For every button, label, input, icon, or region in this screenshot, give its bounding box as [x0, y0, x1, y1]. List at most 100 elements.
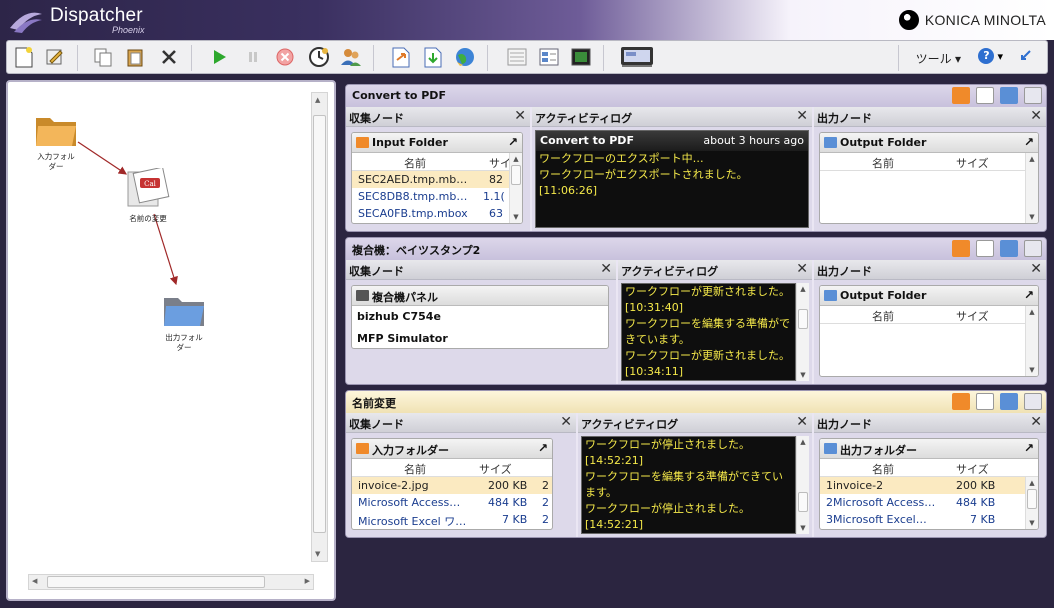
list-item[interactable]: bizhub C754e [352, 306, 608, 328]
popout-icon[interactable] [1024, 87, 1042, 104]
collapse-icon[interactable] [1017, 49, 1033, 66]
tools-menu[interactable]: ツール ▾ [916, 50, 961, 67]
rename-node-icon[interactable]: Cal [126, 168, 170, 208]
log-scrollbar[interactable]: ▲ ▼ [796, 283, 809, 381]
scroll-up-icon[interactable]: ▲ [510, 154, 522, 164]
start-icon[interactable] [207, 45, 231, 69]
scroll-up-icon[interactable]: ▲ [797, 284, 809, 294]
output-folder-node-icon[interactable] [162, 292, 206, 328]
process-icon[interactable] [976, 240, 994, 257]
close-icon[interactable]: ✕ [1030, 414, 1042, 430]
collect-folder-icon[interactable] [952, 393, 970, 410]
close-icon[interactable]: ✕ [1030, 261, 1042, 277]
table-row[interactable]: SEC2AED.tmp.mb… 82 [352, 171, 522, 188]
help-menu[interactable]: ? ▾ [978, 48, 1003, 64]
new-document-icon[interactable] [12, 45, 36, 69]
open-link-icon[interactable]: ↗ [508, 135, 518, 149]
users-icon[interactable] [339, 45, 363, 69]
scroll-up-icon[interactable]: ▲ [1026, 307, 1038, 317]
file-list-scrollbar[interactable]: ▲ ▼ [1025, 153, 1038, 223]
scroll-right-icon[interactable]: ▶ [305, 577, 310, 585]
open-link-icon[interactable]: ↗ [1024, 441, 1034, 455]
split-view-icon[interactable] [537, 45, 561, 69]
popout-icon[interactable] [1024, 393, 1042, 410]
col-size-header[interactable]: サイズ [956, 308, 989, 324]
col-name-header[interactable]: 名前 [404, 155, 426, 171]
export-icon[interactable] [389, 45, 413, 69]
scroll-thumb[interactable] [798, 309, 808, 329]
log-scrollbar[interactable]: ▲ ▼ [796, 436, 809, 534]
col-name-header[interactable]: 名前 [872, 308, 894, 324]
table-row[interactable]: Microsoft Access… 484 KB 2 [352, 494, 552, 511]
scroll-thumb[interactable] [798, 492, 808, 512]
file-list-scrollbar[interactable]: ▲ ▼ [509, 153, 522, 223]
col-size-header[interactable]: サイズ [956, 461, 989, 477]
close-icon[interactable]: ✕ [600, 261, 612, 277]
canvas-horizontal-scrollbar[interactable]: ◀ ▶ [28, 574, 314, 590]
paste-icon[interactable] [123, 45, 147, 69]
col-size-header[interactable]: サイ [489, 155, 511, 171]
pause-icon[interactable] [241, 45, 265, 69]
workflow-canvas[interactable]: 入力フォル ダー Cal 名前の変更 出力フォル ダー ▲ ▼ ◀ ▶ [6, 80, 336, 601]
list-view-icon[interactable] [505, 45, 529, 69]
open-link-icon[interactable]: ↗ [538, 441, 548, 455]
popout-icon[interactable] [1024, 240, 1042, 257]
close-icon[interactable]: ✕ [796, 108, 808, 124]
scroll-up-icon[interactable]: ▲ [1026, 478, 1038, 488]
canvas-vertical-scrollbar[interactable]: ▲ ▼ [311, 92, 328, 562]
delete-icon[interactable] [157, 45, 181, 69]
table-row[interactable]: SECA0FB.tmp.mbox 63 [352, 205, 522, 222]
close-icon[interactable]: ✕ [796, 414, 808, 430]
scroll-down-icon[interactable]: ▼ [1026, 365, 1038, 375]
table-row[interactable]: 2Microsoft Access… 484 KB [820, 494, 1038, 511]
open-link-icon[interactable]: ↗ [1024, 288, 1034, 302]
list-item[interactable]: MFP Simulator [352, 328, 608, 348]
open-link-icon[interactable]: ↗ [1024, 135, 1034, 149]
close-icon[interactable]: ✕ [560, 414, 572, 430]
collect-folder-icon[interactable] [952, 240, 970, 257]
col-size-header[interactable]: サイズ [479, 461, 512, 477]
scroll-down-icon[interactable]: ▼ [1026, 212, 1038, 222]
file-list-scrollbar[interactable]: ▲ ▼ [1025, 306, 1038, 376]
table-row[interactable]: SEC8DB8.tmp.mb… 1.1( [352, 188, 522, 205]
scroll-left-icon[interactable]: ◀ [32, 577, 37, 585]
canvas-vertical-thumb[interactable] [313, 115, 326, 533]
col-name-header[interactable]: 名前 [872, 155, 894, 171]
mfp-panel-icon[interactable] [619, 45, 655, 69]
output-folder-icon[interactable] [1000, 393, 1018, 410]
table-row[interactable]: invoice-2.jpg 200 KB 2 [352, 477, 552, 494]
col-name-header[interactable]: 名前 [404, 461, 426, 477]
table-row[interactable]: 1invoice-2 200 KB [820, 477, 1025, 494]
process-icon[interactable] [976, 87, 994, 104]
table-row[interactable]: 3Microsoft Excel… 7 KB [820, 511, 1038, 528]
scroll-thumb[interactable] [511, 165, 521, 185]
file-list-scrollbar[interactable]: ▲ ▼ [1025, 477, 1038, 529]
edit-icon[interactable] [43, 45, 67, 69]
close-icon[interactable]: ✕ [1030, 108, 1042, 124]
col-name-header[interactable]: 名前 [872, 461, 894, 477]
canvas-horizontal-thumb[interactable] [47, 576, 265, 588]
process-icon[interactable] [976, 393, 994, 410]
table-row[interactable]: Microsoft Excel ワ… 7 KB 2 [352, 511, 552, 528]
import-icon[interactable] [421, 45, 445, 69]
schedule-icon[interactable] [307, 45, 331, 69]
output-folder-icon[interactable] [1000, 240, 1018, 257]
close-icon[interactable]: ✕ [796, 261, 808, 277]
scroll-up-icon[interactable]: ▲ [797, 437, 809, 447]
scroll-up-icon[interactable]: ▲ [1026, 154, 1038, 164]
scroll-down-icon[interactable]: ▼ [1026, 518, 1038, 528]
copy-icon[interactable] [91, 45, 115, 69]
output-folder-icon[interactable] [1000, 87, 1018, 104]
scroll-down-icon[interactable]: ▼ [510, 212, 522, 222]
stop-icon[interactable] [273, 45, 297, 69]
collect-folder-icon[interactable] [952, 87, 970, 104]
scroll-down-icon[interactable]: ▼ [797, 523, 809, 533]
scroll-thumb[interactable] [1027, 489, 1037, 509]
monitor-view-icon[interactable] [569, 45, 593, 69]
col-size-header[interactable]: サイズ [956, 155, 989, 171]
scroll-down-icon[interactable]: ▼ [797, 370, 809, 380]
scroll-up-icon[interactable]: ▲ [315, 96, 320, 104]
input-folder-node-icon[interactable] [34, 112, 78, 148]
web-connect-icon[interactable] [453, 45, 477, 69]
close-icon[interactable]: ✕ [514, 108, 526, 124]
